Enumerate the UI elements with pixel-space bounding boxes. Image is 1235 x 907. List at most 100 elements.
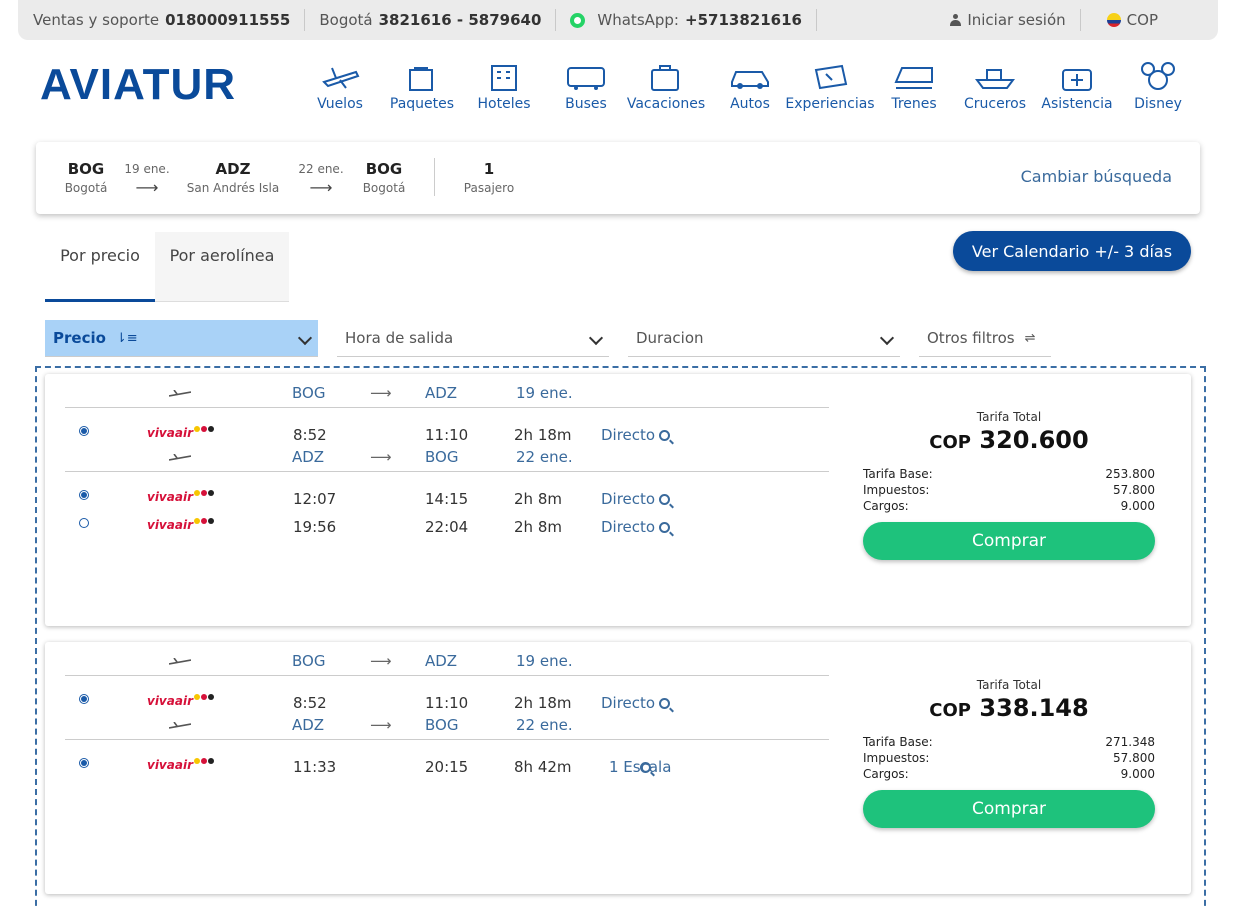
filter-others-label: Otros filtros xyxy=(927,329,1015,347)
airline-logo: vivaair xyxy=(147,490,214,504)
airline-logo: vivaair xyxy=(147,758,214,772)
arrival-time: 22:04 xyxy=(425,518,469,536)
leg-date: 19 ene. xyxy=(516,384,573,402)
duration: 2h 18m xyxy=(514,426,572,444)
change-search-link[interactable]: Cambiar búsqueda xyxy=(1021,167,1172,186)
bus-icon xyxy=(567,67,605,90)
leg-header: ADZ ⟶ BOG 22 ene. xyxy=(65,712,829,740)
ship-icon xyxy=(975,69,1015,89)
flight-radio[interactable] xyxy=(79,426,89,436)
nav-label: Asistencia xyxy=(1041,96,1113,112)
outbound-date: 19 ene. xyxy=(124,162,170,176)
total-label: Tarifa Total xyxy=(976,410,1042,424)
leg-header: BOG ⟶ ADZ 19 ene. xyxy=(65,380,829,408)
departure-time: 19:56 xyxy=(293,518,337,536)
leg-to: BOG xyxy=(425,716,459,734)
nav-label: Vacaciones xyxy=(626,96,706,112)
origin-code: BOG xyxy=(67,160,105,178)
whatsapp-phone[interactable]: +5713821616 xyxy=(685,11,802,29)
dest-code: ADZ xyxy=(215,160,251,178)
tab-by-price[interactable]: Por precio xyxy=(45,232,155,302)
bogota-phones[interactable]: 3821616 - 5879640 xyxy=(379,11,542,29)
stops-link[interactable]: Directo xyxy=(601,426,671,444)
arrow-right-icon: ⟶ xyxy=(370,384,392,402)
calendar-button[interactable]: Ver Calendario +/- 3 días xyxy=(953,231,1191,271)
whatsapp-icon xyxy=(570,12,586,28)
buy-button[interactable]: Comprar xyxy=(863,522,1155,560)
filter-price[interactable]: Precio ⇂≡ xyxy=(45,320,318,357)
arrival-time: 20:15 xyxy=(425,758,469,776)
leg-to: BOG xyxy=(425,448,459,466)
dest-city: San Andrés Isla xyxy=(186,181,280,195)
leg-to: ADZ xyxy=(425,384,458,402)
origin: BOG Bogotá xyxy=(62,160,110,195)
flight-row[interactable]: vivaair 12:07 14:15 2h 8m Directo xyxy=(65,486,829,514)
sliders-icon: ⇌ xyxy=(1024,330,1036,346)
stops-link[interactable]: Directo xyxy=(601,694,671,712)
departure-time: 12:07 xyxy=(293,490,337,508)
car-icon xyxy=(731,71,769,89)
duration: 2h 8m xyxy=(514,490,562,508)
arrival-time: 14:15 xyxy=(425,490,469,508)
flight-radio[interactable] xyxy=(79,490,89,500)
origin-city: Bogotá xyxy=(64,181,108,195)
arrow-right-icon: ⟶ xyxy=(309,178,333,197)
total-label: Tarifa Total xyxy=(976,678,1042,692)
leg-header: BOG ⟶ ADZ 19 ene. xyxy=(65,648,829,676)
bogota-label: Bogotá xyxy=(319,11,373,29)
whatsapp-label: WhatsApp: xyxy=(597,11,679,29)
leg-to: ADZ xyxy=(425,652,458,670)
airline-logo: vivaair xyxy=(147,426,214,440)
tab-by-airline[interactable]: Por aerolínea xyxy=(155,232,289,302)
hotel-icon xyxy=(491,65,517,91)
mickey-icon xyxy=(1141,62,1175,90)
departure-time: 8:52 xyxy=(293,694,327,712)
stops-link[interactable]: 1 Escala xyxy=(609,758,671,776)
outbound-leg: 19 ene. ⟶ xyxy=(122,162,172,197)
return-destination: BOG Bogotá xyxy=(360,160,408,195)
sales-phone[interactable]: 018000911555 xyxy=(165,11,290,29)
first-aid-icon xyxy=(1062,69,1092,91)
sort-icon: ⇂≡ xyxy=(115,330,138,346)
login-link[interactable]: Iniciar sesión xyxy=(936,9,1081,31)
nav-disney[interactable]: Disney xyxy=(1108,60,1208,112)
nav-label: Paquetes xyxy=(389,96,455,112)
filter-duration[interactable]: Duracion xyxy=(628,320,900,357)
divider xyxy=(434,158,435,196)
top-bar: Ventas y soporte 018000911555 Bogotá 38216… xyxy=(18,0,1218,40)
flight-radio[interactable] xyxy=(79,518,89,528)
flight-radio[interactable] xyxy=(79,694,89,704)
stops-link[interactable]: Directo xyxy=(601,518,671,536)
result-card: BOG ⟶ ADZ 19 ene. vivaair 8:52 11:10 2h 18m Dire… xyxy=(45,642,1191,894)
return-code: BOG xyxy=(365,160,403,178)
flight-row[interactable]: vivaair 11:33 20:15 8h 42m 1 Escala xyxy=(65,754,829,782)
colombia-flag-icon xyxy=(1106,13,1121,27)
departure-time: 11:33 xyxy=(293,758,337,776)
leg-from: BOG xyxy=(292,652,326,670)
aviatur-logo[interactable]: AVIATUR xyxy=(40,60,236,110)
filter-price-label: Precio xyxy=(53,329,106,347)
ticket-icon xyxy=(814,64,848,90)
nav-label: Buses xyxy=(565,96,607,112)
flight-row[interactable]: vivaair 19:56 22:04 2h 8m Directo xyxy=(65,514,829,542)
chevron-down-icon xyxy=(879,330,895,346)
filter-others[interactable]: Otros filtros ⇌ xyxy=(919,320,1051,357)
leg-date: 22 ene. xyxy=(516,448,573,466)
leg-from: BOG xyxy=(292,384,326,402)
chevron-down-icon xyxy=(297,330,313,346)
flight-radio[interactable] xyxy=(79,758,89,768)
user-icon xyxy=(950,14,962,26)
whatsapp-contact[interactable]: WhatsApp: +5713821616 xyxy=(556,9,817,31)
filter-departure[interactable]: Hora de salida xyxy=(337,320,609,357)
nav-label: Cruceros xyxy=(963,96,1027,112)
nav-label: Hoteles xyxy=(477,96,531,112)
buy-button[interactable]: Comprar xyxy=(863,790,1155,828)
plane-icon xyxy=(169,454,191,461)
plane-icon xyxy=(169,722,191,729)
return-city: Bogotá xyxy=(362,181,406,195)
currency-selector[interactable]: COP xyxy=(1081,11,1218,29)
search-summary: BOG Bogotá 19 ene. ⟶ ADZ San Andrés Isla… xyxy=(36,142,1200,214)
stops-link[interactable]: Directo xyxy=(601,490,671,508)
fees-row: Cargos: 9.000 xyxy=(863,499,1155,513)
return-date: 22 ene. xyxy=(298,162,344,176)
